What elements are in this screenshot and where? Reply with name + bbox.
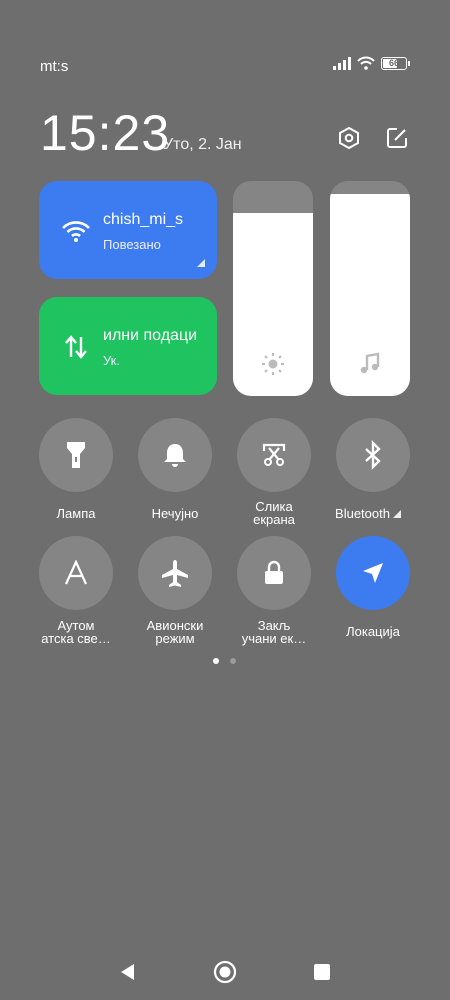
wifi-status: Повезано (103, 237, 161, 252)
mobile-data-title: илни подаци (103, 327, 198, 344)
carrier-label: mt:s (40, 58, 69, 75)
clock: 15:23 (40, 105, 171, 161)
back-button[interactable] (112, 960, 142, 984)
volume-slider[interactable] (330, 181, 410, 396)
home-button[interactable] (210, 960, 240, 984)
auto-brightness-label: Аутом атска све… (41, 618, 111, 646)
scissors-icon (262, 443, 286, 466)
recents-icon (314, 964, 330, 980)
airplane-icon (162, 560, 188, 587)
music-note-icon (360, 352, 380, 374)
expand-corner-icon[interactable] (392, 509, 401, 518)
lock-screen-toggle[interactable] (237, 536, 311, 610)
mobile-data-tile[interactable]: илни подаци Ук. (39, 297, 217, 395)
auto-brightness-toggle[interactable] (39, 536, 113, 610)
settings-hex-icon (339, 126, 359, 150)
lock-icon (265, 560, 283, 584)
lock-screen-label: Закљ учани ек… (241, 618, 307, 646)
sun-icon (262, 353, 284, 375)
bluetooth-label: Bluetooth (335, 506, 390, 521)
bluetooth-toggle[interactable] (336, 418, 410, 492)
battery-level: 66 (388, 58, 399, 68)
flashlight-label: Лампа (56, 506, 96, 521)
edit-icon (387, 128, 407, 148)
wifi-tile[interactable]: chish_mi_s Повезано (39, 181, 217, 279)
bell-icon (164, 444, 186, 467)
location-icon (363, 563, 383, 583)
airplane-mode-toggle[interactable] (138, 536, 212, 610)
bluetooth-label-wrap: Bluetooth (318, 507, 418, 520)
location-toggle[interactable] (336, 536, 410, 610)
wifi-icon (61, 217, 91, 245)
airplane-mode-label: Авионски режим (146, 618, 204, 646)
silent-toggle[interactable] (138, 418, 212, 492)
brightness-slider[interactable] (233, 181, 313, 396)
status-icons: 66 (333, 56, 410, 70)
location-label: Локација (346, 624, 400, 639)
battery-icon: 66 (381, 56, 407, 70)
silent-label: Нечујно (151, 506, 199, 521)
flashlight-toggle[interactable] (39, 418, 113, 492)
settings-button[interactable] (336, 125, 362, 151)
wifi-network-name: chish_mi_s (103, 211, 184, 228)
edit-button[interactable] (384, 125, 410, 151)
auto-brightness-icon (64, 560, 88, 585)
back-icon (121, 964, 134, 980)
wifi-status-icon (357, 56, 375, 70)
signal-icon (333, 56, 351, 70)
home-icon (213, 960, 237, 984)
mobile-data-icon (61, 333, 91, 361)
page-dot[interactable] (230, 658, 236, 664)
expand-corner-icon[interactable] (197, 259, 205, 267)
screenshot-label: Слика екрана (253, 499, 295, 527)
recents-button[interactable] (307, 960, 337, 984)
screenshot-toggle[interactable] (237, 418, 311, 492)
bluetooth-icon (365, 440, 381, 470)
mobile-data-usage: Ук. (103, 353, 120, 368)
flashlight-icon (67, 442, 85, 468)
date: Уто, 2. Јан (163, 136, 242, 153)
page-dot-active[interactable] (213, 658, 219, 664)
